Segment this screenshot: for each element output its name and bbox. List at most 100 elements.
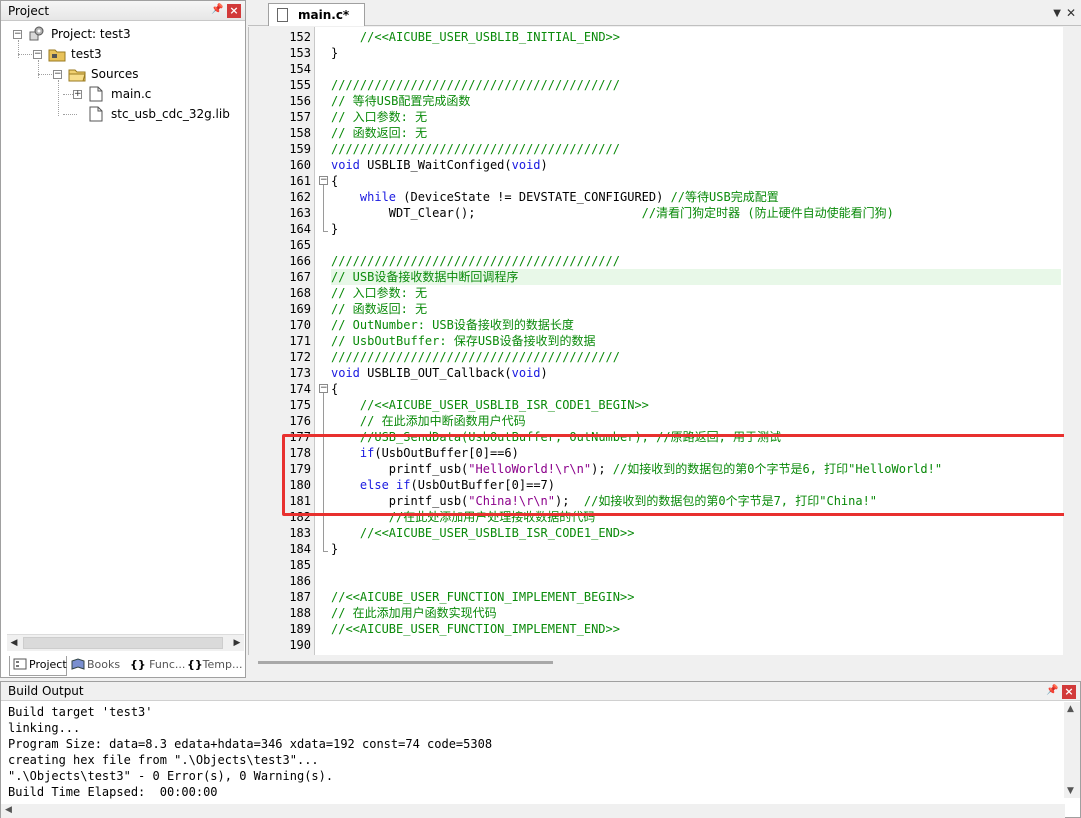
tab-functions[interactable]: {} Func... bbox=[127, 656, 185, 676]
code-line[interactable]: //////////////////////////////////////// bbox=[331, 141, 1061, 157]
close-icon[interactable]: × bbox=[227, 4, 241, 18]
line-number: 165 bbox=[289, 238, 311, 252]
scroll-left-icon[interactable]: ◀ bbox=[5, 805, 12, 815]
code-line[interactable]: //<<AICUBE_USER_USBLIB_INITIAL_END>> bbox=[331, 29, 1061, 45]
code-line[interactable] bbox=[331, 573, 1061, 589]
code-line[interactable]: //<<AICUBE_USER_FUNCTION_IMPLEMENT_END>> bbox=[331, 621, 1061, 637]
line-number: 167 bbox=[289, 270, 311, 284]
code-line[interactable]: // OutNumber: USB设备接收到的数据长度 bbox=[331, 317, 1061, 333]
tree-item-lib[interactable]: stc_usb_cdc_32g.lib bbox=[1, 105, 241, 123]
pin-icon[interactable]: 📌 bbox=[211, 4, 223, 16]
line-number: 190 bbox=[289, 638, 311, 652]
line-number: 168 bbox=[289, 286, 311, 300]
code-line[interactable]: WDT_Clear(); //清看门狗定时器 (防止硬件自动使能看门狗) bbox=[331, 205, 1061, 221]
code-line[interactable]: printf_usb("China!\r\n"); //如接收到的数据包的第0个… bbox=[331, 493, 1061, 509]
code-line[interactable]: printf_usb("HelloWorld!\r\n"); //如接收到的数据… bbox=[331, 461, 1061, 477]
code-line[interactable]: // 函数返回: 无 bbox=[331, 125, 1061, 141]
collapse-icon[interactable]: − bbox=[13, 30, 22, 39]
tree-item-sources[interactable]: − Sources bbox=[1, 65, 241, 83]
file-icon bbox=[89, 106, 103, 122]
code-line[interactable]: // 等待USB配置完成函数 bbox=[331, 93, 1061, 109]
tree-item-project[interactable]: − Project: test3 bbox=[1, 25, 241, 43]
code-line[interactable]: { bbox=[331, 173, 1061, 189]
editor-vscrollbar[interactable] bbox=[1064, 27, 1081, 655]
code-line[interactable]: } bbox=[331, 541, 1061, 557]
code-line[interactable]: else if(UsbOutBuffer[0]==7) bbox=[331, 477, 1061, 493]
code-line[interactable]: { bbox=[331, 381, 1061, 397]
pin-icon[interactable]: 📌 bbox=[1046, 685, 1058, 697]
code-line[interactable] bbox=[331, 61, 1061, 77]
fold-collapse-icon[interactable]: − bbox=[319, 176, 328, 185]
code-line[interactable]: // UsbOutBuffer: 保存USB设备接收到的数据 bbox=[331, 333, 1061, 349]
line-number: 175 bbox=[289, 398, 311, 412]
line-number: 174 bbox=[289, 382, 311, 396]
project-hscrollbar[interactable]: ◀ ▶ bbox=[7, 634, 244, 651]
line-number: 154 bbox=[289, 62, 311, 76]
scroll-thumb[interactable] bbox=[258, 661, 553, 664]
line-number: 155 bbox=[289, 78, 311, 92]
fold-column: − − bbox=[316, 27, 330, 655]
chevron-down-icon[interactable]: ▼ bbox=[1053, 8, 1061, 19]
line-number: 152 bbox=[289, 30, 311, 44]
tab-project[interactable]: Project bbox=[9, 656, 67, 676]
code-line[interactable]: void USBLIB_OUT_Callback(void) bbox=[331, 365, 1061, 381]
editor-hscrollbar[interactable] bbox=[248, 655, 1081, 677]
code-line[interactable]: //////////////////////////////////////// bbox=[331, 253, 1061, 269]
code-line[interactable]: // 在此添加用户函数实现代码 bbox=[331, 605, 1061, 621]
code-line[interactable]: // 入口参数: 无 bbox=[331, 285, 1061, 301]
code-line[interactable]: //USB_SendData(UsbOutBuffer, OutNumber);… bbox=[331, 429, 1061, 445]
project-icon bbox=[29, 26, 44, 41]
project-pane-title: Project 📌 × bbox=[1, 1, 245, 21]
close-icon[interactable]: × bbox=[1062, 685, 1076, 699]
tree-item-target[interactable]: − test3 bbox=[1, 45, 241, 63]
tab-project-label: Project bbox=[29, 658, 67, 671]
code-line[interactable]: if(UsbOutBuffer[0]==6) bbox=[331, 445, 1061, 461]
scroll-thumb[interactable] bbox=[23, 637, 223, 649]
line-number: 159 bbox=[289, 142, 311, 156]
scroll-up-icon[interactable]: ▲ bbox=[1067, 704, 1074, 714]
collapse-icon[interactable]: − bbox=[53, 70, 62, 79]
build-hscrollbar[interactable]: ◀ bbox=[1, 804, 1065, 818]
tab-books[interactable]: Books bbox=[68, 656, 126, 676]
code-line[interactable]: // 函数返回: 无 bbox=[331, 301, 1061, 317]
build-output-line: linking... bbox=[8, 721, 81, 735]
tree-label-project: Project: test3 bbox=[51, 27, 131, 41]
code-line[interactable]: // 入口参数: 无 bbox=[331, 109, 1061, 125]
code-line[interactable]: void USBLIB_WaitConfiged(void) bbox=[331, 157, 1061, 173]
scroll-left-icon[interactable]: ◀ bbox=[9, 638, 19, 648]
code-line[interactable]: //////////////////////////////////////// bbox=[331, 77, 1061, 93]
code-line[interactable]: //////////////////////////////////////// bbox=[331, 349, 1061, 365]
tree-label-main-c: main.c bbox=[111, 87, 152, 101]
code-editor[interactable]: 152 153 154 155 156 157 158 159 160 161 162 163 164 1… bbox=[248, 27, 1063, 655]
code-line[interactable] bbox=[331, 557, 1061, 573]
scroll-down-icon[interactable]: ▼ bbox=[1067, 786, 1074, 796]
code-line[interactable]: //<<AICUBE_USER_USBLIB_ISR_CODE1_END>> bbox=[331, 525, 1061, 541]
line-number: 160 bbox=[289, 158, 311, 172]
code-line[interactable]: //在此处添加用户处理接收数据的代码 bbox=[331, 509, 1061, 525]
expand-icon[interactable]: + bbox=[73, 90, 82, 99]
build-vscrollbar[interactable]: ▲ ▼ bbox=[1064, 702, 1080, 798]
tab-main-c[interactable]: main.c* bbox=[268, 3, 365, 26]
close-icon[interactable]: ✕ bbox=[1066, 6, 1076, 20]
code-line[interactable] bbox=[331, 237, 1061, 253]
build-output-line: Program Size: data=8.3 edata+hdata=346 x… bbox=[8, 737, 493, 751]
line-number: 179 bbox=[289, 462, 311, 476]
code-line[interactable]: } bbox=[331, 221, 1061, 237]
line-number: 183 bbox=[289, 526, 311, 540]
line-number: 188 bbox=[289, 606, 311, 620]
tree-label-sources: Sources bbox=[91, 67, 139, 81]
scroll-right-icon[interactable]: ▶ bbox=[232, 638, 242, 648]
fold-collapse-icon[interactable]: − bbox=[319, 384, 328, 393]
tree-item-main-c[interactable]: + main.c bbox=[1, 85, 241, 103]
code-line[interactable]: // 在此添加中断函数用户代码 bbox=[331, 413, 1061, 429]
line-number: 162 bbox=[289, 190, 311, 204]
code-line[interactable]: // USB设备接收数据中断回调程序 bbox=[331, 269, 1061, 285]
line-number: 178 bbox=[289, 446, 311, 460]
code-line[interactable]: } bbox=[331, 45, 1061, 61]
code-line[interactable]: //<<AICUBE_USER_FUNCTION_IMPLEMENT_BEGIN… bbox=[331, 589, 1061, 605]
code-line[interactable]: //<<AICUBE_USER_USBLIB_ISR_CODE1_BEGIN>> bbox=[331, 397, 1061, 413]
code-line[interactable] bbox=[331, 637, 1061, 653]
code-line[interactable]: while (DeviceState != DEVSTATE_CONFIGURE… bbox=[331, 189, 1061, 205]
tab-templates[interactable]: {}Temp... bbox=[184, 656, 244, 676]
collapse-icon[interactable]: − bbox=[33, 50, 42, 59]
